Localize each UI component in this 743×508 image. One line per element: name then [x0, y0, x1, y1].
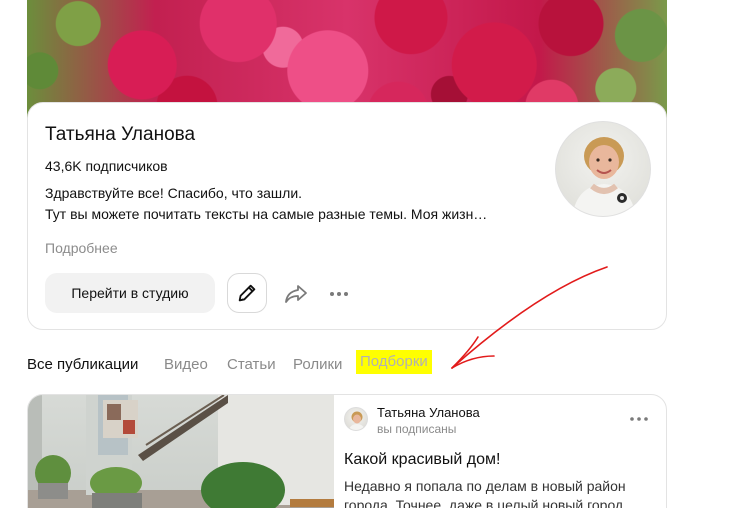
tab-video[interactable]: Видео — [164, 356, 208, 373]
post-author-name[interactable]: Татьяна Уланова — [377, 405, 480, 420]
share-button[interactable] — [283, 281, 309, 307]
subscription-status: вы подписаны — [377, 422, 457, 436]
edit-button[interactable] — [227, 273, 267, 313]
post-author-portrait — [348, 411, 366, 430]
post-author-avatar[interactable] — [344, 407, 368, 431]
tab-collections-label: Подборки — [356, 350, 432, 374]
tab-articles[interactable]: Статьи — [227, 356, 276, 373]
bio-line-1: Здравствуйте все! Спасибо, что зашли. — [45, 185, 303, 201]
post-image-illustration — [28, 395, 334, 508]
tab-all-publications[interactable]: Все публикации — [27, 356, 138, 373]
subscriber-count: 43,6K подписчиков — [45, 158, 168, 174]
tab-shorts[interactable]: Ролики — [293, 356, 342, 373]
more-link[interactable]: Подробнее — [45, 240, 118, 256]
post-title[interactable]: Какой красивый дом! — [344, 451, 500, 469]
post-card[interactable]: Татьяна Уланова вы подписаны Какой краси… — [27, 394, 667, 508]
avatar[interactable] — [555, 121, 651, 217]
avatar-portrait — [572, 137, 636, 216]
post-excerpt-line-1: Недавно я попала по делам в новый район — [344, 478, 626, 494]
post-image[interactable] — [28, 395, 334, 508]
post-more-button[interactable] — [628, 411, 650, 421]
tab-collections[interactable]: Подборки — [356, 350, 432, 374]
more-dots-icon — [630, 417, 648, 421]
post-excerpt-line-2: города. Точнее, даже в целый новый город — [344, 497, 624, 508]
profile-card: Татьяна Уланова 43,6K подписчиков Здравс… — [27, 102, 667, 330]
go-to-studio-button[interactable]: Перейти в студию — [45, 273, 215, 313]
bio-line-2: Тут вы можете почитать тексты на самые р… — [45, 206, 488, 222]
more-dots-icon — [330, 292, 348, 296]
share-icon — [285, 285, 307, 303]
cover-photo — [27, 0, 667, 118]
pencil-icon — [238, 284, 256, 302]
more-options-button[interactable] — [326, 281, 352, 307]
channel-name[interactable]: Татьяна Уланова — [45, 124, 195, 146]
